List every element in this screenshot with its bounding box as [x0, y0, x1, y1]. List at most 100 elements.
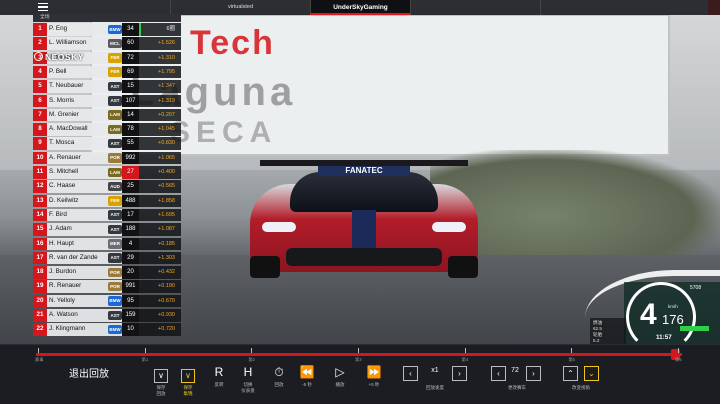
- race-car: FANATEC: [244, 160, 484, 290]
- gap-time: +1.087: [139, 223, 181, 236]
- save-clip-icon: ∨: [181, 369, 195, 383]
- billboard-sub-text: SECA: [170, 116, 278, 149]
- standings-row[interactable]: 4 P. Bell FER 69 +1.795: [33, 65, 181, 80]
- timeline-tick: [358, 348, 359, 353]
- car-number: 10: [122, 323, 139, 336]
- car-number: 34: [122, 23, 139, 36]
- standings-row[interactable]: 22 J. Klingmann BMW 10 +0.720: [33, 323, 181, 337]
- standings-row[interactable]: 2 L. Williamson MCL 60 +1.526: [33, 37, 181, 51]
- replay-timeline[interactable]: [36, 353, 682, 356]
- tab-far-right[interactable]: [540, 0, 690, 15]
- standings-row[interactable]: 16 H. Haupt MER 4 +0.185: [33, 237, 181, 252]
- exit-replay-button[interactable]: 退出回放: [69, 365, 109, 380]
- speed-readout: 176: [662, 312, 684, 327]
- position-number: 1: [33, 23, 47, 36]
- top-bar-edge: [708, 0, 720, 15]
- fwd-5s-label: +5 秒: [368, 382, 380, 387]
- speed-unit: km/h: [668, 304, 678, 309]
- car-number: 14: [122, 108, 139, 122]
- manufacturer-logo-icon: BMW: [108, 324, 122, 335]
- save-clip-label: 保存 集锦: [183, 385, 193, 396]
- standings-row[interactable]: 1 P. Eng BMW 34 6圈: [33, 23, 181, 37]
- standings-row[interactable]: 20 N. Yelloly BMW 95 +0.670: [33, 294, 181, 309]
- replay-control-bar: 退出回放 ‹ x1 › 回放速度 ‹ 72 › 更改赛车 ⌃ ⌄ 改变视角 ∨ 保…: [0, 344, 720, 404]
- replay-speed-label: 回放速度: [426, 385, 444, 390]
- gear-indicator: 4: [640, 298, 657, 331]
- standings-row[interactable]: 21 A. Watson AST 159 +0.930: [33, 309, 181, 323]
- standings-row[interactable]: 14 F. Bird AST 17 +1.695: [33, 208, 181, 223]
- stopwatch-button[interactable]: ⏱ 回放: [266, 365, 292, 388]
- fwd-5s-button[interactable]: ⏩ +5 秒: [361, 365, 387, 388]
- standings-row[interactable]: 6 S. Morris AST 107 +1.319: [33, 94, 181, 109]
- back-5s-button[interactable]: ⏪ -5 秒: [294, 365, 320, 388]
- car-number: 991: [122, 280, 139, 293]
- gap-time: +1.695: [139, 208, 181, 222]
- camera-down-button[interactable]: ⌄: [584, 366, 599, 381]
- manufacturer-logo-icon: POR: [108, 153, 122, 163]
- car-number: 78: [122, 123, 139, 136]
- gap-time: 6圈: [139, 23, 181, 36]
- gap-time: +0.830: [139, 137, 181, 150]
- car-number: 25: [122, 180, 139, 193]
- standings-row[interactable]: 18 J. Burdon POR 20 +0.432: [33, 266, 181, 280]
- gap-time: +1.795: [139, 65, 181, 79]
- standings-row[interactable]: 7 M. Grenier LAM 14 +0.207: [33, 108, 181, 123]
- menu-icon[interactable]: [38, 3, 48, 11]
- timeline-tick-label: 第3: [355, 357, 362, 362]
- standings-row[interactable]: 11 S. Mitchell LAM 27 +0.400: [33, 166, 181, 180]
- watermark-ring-icon: [34, 52, 43, 61]
- save-clip-button[interactable]: ∨ 保存 集锦: [175, 365, 201, 396]
- gap-time: +1.065: [139, 151, 181, 165]
- car-next-button[interactable]: ›: [526, 366, 541, 381]
- standings-row[interactable]: 12 C. Haase AUD 25 +0.565: [33, 180, 181, 194]
- position-number: 6: [33, 94, 47, 107]
- save-highlight-button[interactable]: ∨ 保存 回放: [148, 365, 174, 396]
- standings-row[interactable]: 10 A. Renauer POR 992 +1.065: [33, 151, 181, 166]
- rewind-r-button[interactable]: R 反转: [206, 365, 232, 388]
- hud-h-button[interactable]: H 切换 仪表盘: [235, 365, 261, 393]
- standings-row[interactable]: 17 R. van der Zande AST 29 +1.303: [33, 251, 181, 266]
- standings-row[interactable]: 5 T. Neubauer AST 15 +1.347: [33, 80, 181, 94]
- car-headlight-right: [432, 222, 466, 232]
- car-hud: 4 km/h 176 5708 燃油 62.5 轮胎 5.2 11:57: [590, 282, 720, 352]
- car-number: 4: [122, 237, 139, 250]
- play-button[interactable]: ▷ 播放: [327, 365, 353, 388]
- gap-time: +0.930: [139, 309, 181, 322]
- car-number: 27: [122, 166, 139, 179]
- manufacturer-logo-icon: AST: [108, 81, 122, 92]
- position-number: 21: [33, 309, 47, 322]
- manufacturer-logo-icon: POR: [108, 267, 122, 278]
- speed-decrease-button[interactable]: ‹: [403, 366, 418, 381]
- manufacturer-logo-icon: AST: [108, 224, 122, 235]
- manufacturer-logo-icon: AST: [108, 138, 122, 149]
- car-number: 188: [122, 223, 139, 236]
- camera-up-button[interactable]: ⌃: [563, 366, 578, 381]
- top-bar: virtualsted UnderSkyGaming: [0, 0, 720, 15]
- timeline-tick: [464, 348, 466, 353]
- gap-time: +0.432: [139, 266, 181, 279]
- hud-h-icon: H: [243, 365, 253, 379]
- gap-time: +1.347: [139, 80, 181, 93]
- standings-row[interactable]: 19 R. Renauer POR 991 +0.190: [33, 280, 181, 294]
- car-number: 60: [122, 37, 139, 50]
- standings-row[interactable]: 15 J. Adam AST 188 +1.087: [33, 223, 181, 237]
- change-camera-label: 改变视角: [572, 385, 590, 390]
- car-number: 107: [122, 94, 139, 107]
- tab-virtualsted[interactable]: virtualsted: [170, 0, 310, 15]
- standings-row[interactable]: 13 D. Keilwitz FER 488 +1.858: [33, 194, 181, 209]
- position-number: 17: [33, 251, 47, 265]
- timeline-tick-label: 第2: [248, 357, 255, 362]
- speed-increase-button[interactable]: ›: [452, 366, 467, 381]
- gap-time: +0.207: [139, 108, 181, 122]
- timeline-tick-label: 第1: [141, 357, 149, 362]
- tab-right[interactable]: [410, 0, 540, 15]
- manufacturer-logo-icon: AUD: [108, 181, 122, 192]
- standings-row[interactable]: 8 A. MacDowall LAM 78 +1.045: [33, 123, 181, 137]
- rewind-r-label: 反转: [214, 382, 224, 387]
- manufacturer-logo-icon: FER: [108, 196, 122, 206]
- gap-time: +1.045: [139, 123, 181, 136]
- standings-row[interactable]: 9 T. Mosca AST 55 +0.830: [33, 137, 181, 151]
- car-number: 29: [122, 251, 139, 265]
- gap-time: +0.565: [139, 180, 181, 193]
- car-headlight-left: [262, 222, 296, 232]
